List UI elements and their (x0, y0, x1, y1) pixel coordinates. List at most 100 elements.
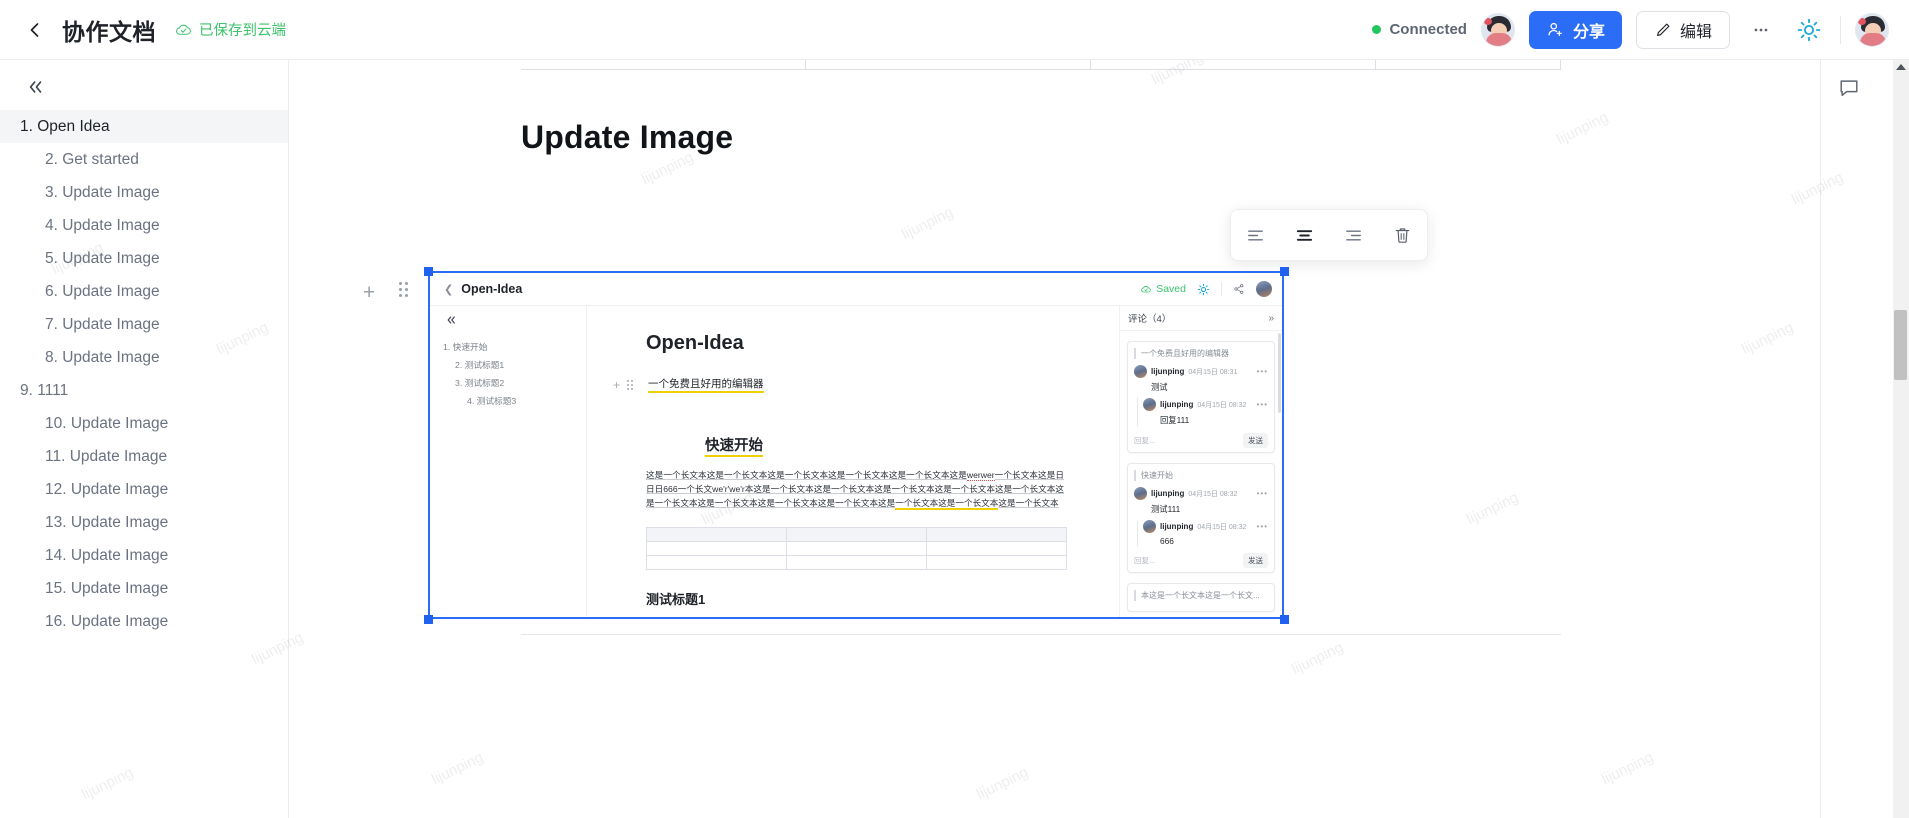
outline-item-label: 7. Update Image (45, 315, 160, 333)
embedded-sidebar-collapse-button[interactable] (446, 315, 586, 328)
drag-dots-icon[interactable] (627, 379, 636, 390)
reply-input[interactable]: 回复... (1134, 555, 1155, 566)
avatar (1143, 398, 1156, 411)
reply-more-button[interactable]: ••• (1257, 400, 1268, 409)
outline-item-15[interactable]: 15. Update Image (0, 572, 288, 605)
right-rail (1820, 60, 1893, 818)
outline-item-8[interactable]: 8. Update Image (0, 341, 288, 374)
edit-button[interactable]: 编辑 (1635, 10, 1730, 49)
sidebar-collapse-button[interactable] (22, 74, 50, 100)
comment-text: 测试 (1151, 382, 1168, 392)
resize-handle-bottom-left[interactable] (424, 615, 433, 624)
comment-card[interactable]: 快速开始 lijunping 04月15日 08:32 ••• 测试111 lijunpi… (1127, 463, 1275, 573)
send-reply-button[interactable]: 发送 (1243, 433, 1268, 448)
image-block-toolbar (1230, 209, 1428, 261)
comment-more-button[interactable]: ••• (1257, 489, 1268, 498)
outline-item-5[interactable]: 5. Update Image (0, 242, 288, 275)
comment-reply: lijunping 04月15日 08:32 ••• 666 (1137, 520, 1268, 546)
reply-author: lijunping (1160, 522, 1194, 531)
outline-item-4[interactable]: 4. Update Image (0, 209, 288, 242)
embedded-outline-item-2[interactable]: 2. 测试标题1 (430, 355, 586, 373)
outline-item-3[interactable]: 3. Update Image (0, 176, 288, 209)
embedded-subtitle: 一个免费且好用的编辑器 (648, 376, 764, 393)
resize-handle-top-left[interactable] (424, 267, 433, 276)
document-heading: Update Image (521, 119, 734, 155)
drag-handle[interactable] (399, 282, 413, 298)
scroll-up-arrow[interactable] (1896, 64, 1906, 70)
outline-item-label: 6. Update Image (45, 282, 160, 300)
outline-item-12[interactable]: 12. Update Image (0, 473, 288, 506)
outline-item-11[interactable]: 11. Update Image (0, 440, 288, 473)
reply-text: 回复111 (1160, 415, 1190, 425)
outline-item-9[interactable]: 9. 1111 (0, 374, 288, 407)
embedded-save-status: Saved (1140, 283, 1186, 295)
table-cell[interactable] (646, 554, 787, 570)
comment-panel-button[interactable] (1838, 77, 1893, 104)
embedded-outline-item-label: 2. 测试标题1 (455, 359, 505, 370)
resize-handle-top-right[interactable] (1280, 267, 1289, 276)
comments-scrollbar[interactable] (1278, 333, 1281, 413)
plus-icon[interactable]: + (613, 378, 627, 392)
share-button-label: 分享 (1572, 23, 1605, 41)
outline-item-label: 16. Update Image (45, 612, 169, 630)
reply-more-button[interactable]: ••• (1257, 522, 1268, 531)
outline-item-13[interactable]: 13. Update Image (0, 506, 288, 539)
paragraph-part-1: 这是一个长文本这是一个长文本这是一个长文本这是一个长文本这是一个长文本这是 (646, 470, 967, 480)
embedded-table[interactable] (646, 526, 1067, 570)
scrollbar-thumb[interactable] (1894, 310, 1907, 380)
outline-item-label: 9. 1111 (20, 381, 69, 399)
collaborator-avatar[interactable] (1480, 12, 1515, 47)
reply-input[interactable]: 回复... (1134, 435, 1155, 446)
embedded-outline-item-4[interactable]: 4. 测试标题3 (430, 391, 586, 409)
outline-item-16[interactable]: 16. Update Image (0, 605, 288, 638)
page-scrollbar[interactable] (1893, 60, 1909, 818)
embedded-header-actions: Saved (1140, 281, 1272, 297)
align-left-button[interactable] (1239, 218, 1273, 252)
table-cell[interactable] (926, 526, 1067, 542)
outline-item-1[interactable]: 1. Open Idea (0, 110, 288, 143)
embedded-outline-item-3[interactable]: 3. 测试标题2 (430, 373, 586, 391)
outline-item-2[interactable]: 2. Get started (0, 143, 288, 176)
table-cell[interactable] (786, 554, 927, 570)
more-options-button[interactable] (1744, 13, 1778, 47)
outline-item-label: 4. Update Image (45, 216, 160, 234)
comment-more-button[interactable]: ••• (1257, 367, 1268, 376)
add-block-button[interactable]: + (363, 282, 375, 303)
send-reply-button[interactable]: 发送 (1243, 553, 1268, 568)
table-cell[interactable] (786, 540, 927, 556)
sun-icon (1197, 283, 1210, 295)
outline-item-6[interactable]: 6. Update Image (0, 275, 288, 308)
table-cell[interactable] (926, 554, 1067, 570)
outline-item-14[interactable]: 14. Update Image (0, 539, 288, 572)
embedded-outline-item-1[interactable]: 1. 快速开始 (430, 337, 586, 355)
comment-card[interactable]: 本这是一个长文本这是一个长文... (1127, 583, 1275, 612)
comments-collapse-button[interactable]: » (1268, 313, 1274, 324)
resize-handle-bottom-right[interactable] (1280, 615, 1289, 624)
embedded-outline-item-label: 4. 测试标题3 (467, 395, 517, 406)
table-cell[interactable] (926, 540, 1067, 556)
divider (1840, 15, 1841, 44)
share-button[interactable]: 分享 (1528, 10, 1622, 49)
table-cell[interactable] (786, 526, 927, 542)
user-avatar[interactable] (1855, 12, 1889, 47)
table-cell[interactable] (646, 540, 787, 556)
theme-toggle-button[interactable] (1792, 13, 1826, 47)
table-cell[interactable] (646, 526, 787, 542)
outline-sidebar: 1. Open Idea 2. Get started 3. Update Imag… (0, 60, 289, 818)
back-button[interactable] (18, 13, 52, 47)
outline-item-7[interactable]: 7. Update Image (0, 308, 288, 341)
delete-block-button[interactable] (1386, 218, 1420, 252)
divider (1221, 282, 1222, 296)
comment-card[interactable]: 一个免费且好用的编辑器 lijunping 04月15日 08:31 ••• 测试 lij… (1127, 341, 1275, 453)
outline-list: 1. Open Idea 2. Get started 3. Update Imag… (0, 110, 288, 638)
share-icon (1234, 284, 1244, 294)
align-right-icon (1346, 229, 1361, 241)
outline-item-label: 13. Update Image (45, 513, 169, 531)
outline-item-label: 14. Update Image (45, 546, 169, 564)
comment-footer: 回复... 发送 (1134, 433, 1268, 448)
align-center-button[interactable] (1288, 218, 1322, 252)
align-right-button[interactable] (1337, 218, 1371, 252)
outline-item-10[interactable]: 10. Update Image (0, 407, 288, 440)
paragraph-part-3: 这是一个长文本 (998, 497, 1059, 508)
embedded-image-block[interactable]: ❮ Open-Idea Saved 1. 快速开始 2. 测试标题1 3. 测试… (428, 271, 1284, 619)
